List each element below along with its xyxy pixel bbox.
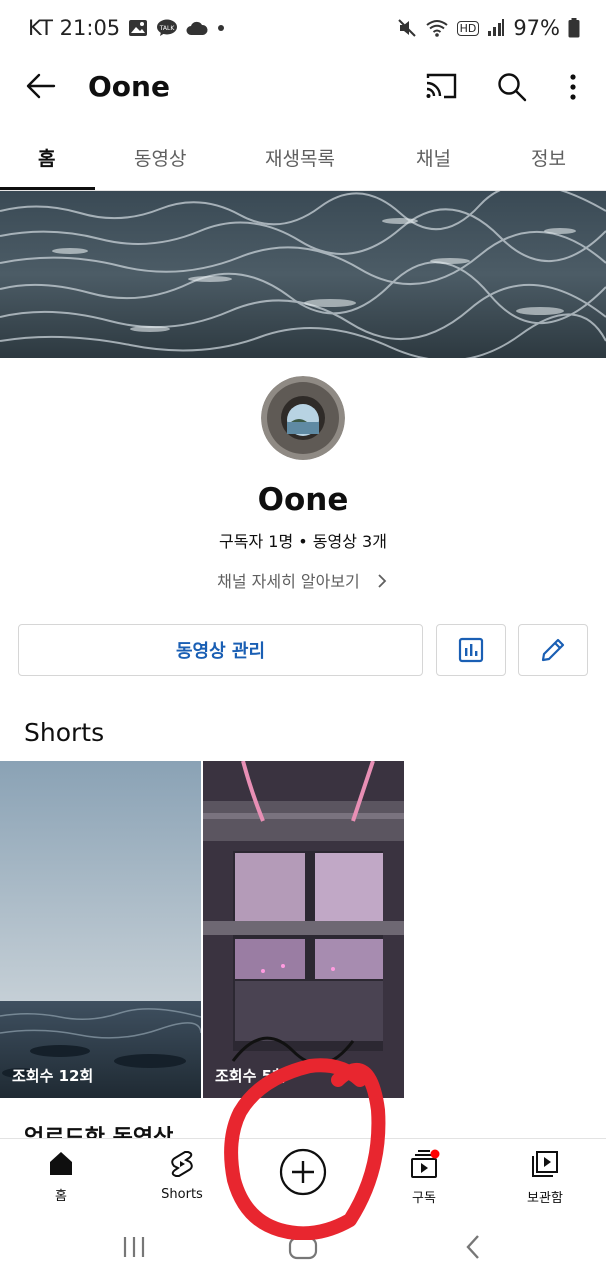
channel-avatar[interactable] bbox=[261, 376, 345, 460]
mute-icon bbox=[397, 19, 416, 37]
avatar-image bbox=[261, 376, 345, 460]
library-icon bbox=[532, 1151, 558, 1177]
edit-channel-button[interactable] bbox=[518, 624, 588, 676]
signal-icon bbox=[488, 19, 505, 36]
analytics-button[interactable] bbox=[436, 624, 506, 676]
home-icon bbox=[50, 1152, 72, 1175]
short-item[interactable]: 조회수 12회 bbox=[0, 761, 201, 1098]
status-left: KT 21:05 TALK bbox=[28, 16, 226, 40]
tab-indicator bbox=[0, 187, 95, 190]
page-title: Oone bbox=[88, 70, 170, 103]
channel-meta: 구독자 1명 • 동영상 3개 bbox=[219, 532, 387, 551]
search-icon[interactable] bbox=[497, 72, 527, 102]
subscriptions-icon bbox=[411, 1149, 440, 1178]
channel-name: Oone bbox=[257, 482, 349, 518]
analytics-icon bbox=[458, 637, 484, 663]
pencil-icon bbox=[541, 638, 565, 662]
status-bar: KT 21:05 TALK HD 97% bbox=[0, 0, 606, 60]
status-right: HD 97% bbox=[397, 16, 580, 40]
tab-about[interactable]: 정보 bbox=[531, 144, 566, 171]
manage-videos-button[interactable]: 동영상 관리 bbox=[18, 624, 423, 676]
channel-banner bbox=[0, 191, 606, 358]
nav-shorts[interactable]: Shorts bbox=[132, 1149, 232, 1202]
chevron-right-icon bbox=[378, 574, 387, 588]
tab-home[interactable]: 홈 bbox=[38, 144, 55, 171]
short-thumbnail-sea bbox=[0, 761, 201, 1098]
shorts-section-title: Shorts bbox=[24, 718, 105, 747]
nav-library[interactable]: 보관함 bbox=[495, 1149, 595, 1206]
channel-tabs: 홈 동영상 재생목록 채널 정보 bbox=[0, 126, 606, 191]
nav-home[interactable]: 홈 bbox=[11, 1149, 111, 1204]
tab-videos[interactable]: 동영상 bbox=[134, 144, 186, 171]
tab-playlists[interactable]: 재생목록 bbox=[265, 144, 335, 171]
manage-videos-label: 동영상 관리 bbox=[175, 641, 266, 662]
back-arrow-icon[interactable] bbox=[26, 73, 56, 99]
gallery-icon bbox=[129, 20, 148, 36]
sea-banner-image bbox=[0, 191, 606, 358]
short-view-count: 조회수 12회 bbox=[12, 1067, 94, 1085]
nav-library-label: 보관함 bbox=[527, 1191, 563, 1206]
shorts-icon bbox=[171, 1151, 193, 1177]
red-annotation-circle bbox=[224, 1058, 386, 1240]
channel-more-label: 채널 자세히 알아보기 bbox=[217, 572, 360, 591]
cast-icon[interactable] bbox=[424, 72, 458, 100]
more-vert-icon[interactable] bbox=[568, 72, 578, 102]
cloud-icon bbox=[186, 21, 208, 35]
carrier-time: KT 21:05 bbox=[28, 16, 121, 40]
back-button-icon[interactable] bbox=[464, 1234, 482, 1260]
dot-icon bbox=[218, 25, 225, 31]
hd-badge: HD bbox=[456, 20, 480, 36]
svg-text:TALK: TALK bbox=[159, 25, 176, 32]
tab-channels[interactable]: 채널 bbox=[416, 144, 451, 171]
talk-icon: TALK bbox=[157, 19, 178, 36]
channel-more-link[interactable]: 채널 자세히 알아보기 bbox=[0, 568, 606, 592]
recent-apps-icon[interactable] bbox=[122, 1236, 146, 1258]
nav-shorts-label: Shorts bbox=[161, 1187, 203, 1202]
battery-icon bbox=[568, 18, 580, 38]
wifi-icon bbox=[425, 20, 448, 37]
battery-percent: 97% bbox=[513, 16, 560, 40]
nav-home-label: 홈 bbox=[55, 1189, 67, 1204]
